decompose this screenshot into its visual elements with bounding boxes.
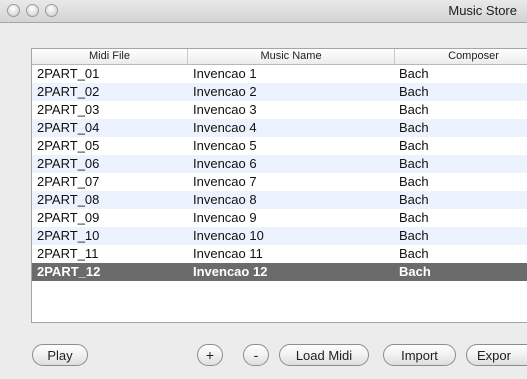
music-name-cell: Invencao 6 xyxy=(193,156,257,171)
column-header-composer[interactable]: Composer xyxy=(395,49,527,64)
window-title: Music Store xyxy=(448,3,517,18)
column-header-music-name[interactable]: Music Name xyxy=(188,49,395,64)
table-row[interactable]: 2PART_10 Invencao 10 Bach xyxy=(32,227,527,245)
midi-file-cell: 2PART_04 xyxy=(37,120,100,135)
midi-file-cell: 2PART_09 xyxy=(37,210,100,225)
midi-file-cell: 2PART_08 xyxy=(37,192,100,207)
music-name-cell: Invencao 11 xyxy=(193,246,263,261)
music-name-cell: Invencao 10 xyxy=(193,228,264,243)
composer-cell: Bach xyxy=(399,192,429,207)
composer-cell: Bach xyxy=(399,174,429,189)
music-name-cell: Invencao 1 xyxy=(193,66,257,81)
music-name-cell: Invencao 5 xyxy=(193,138,257,153)
midi-file-cell: 2PART_03 xyxy=(37,102,100,117)
minimize-window-icon[interactable] xyxy=(26,4,39,17)
remove-button[interactable]: - xyxy=(243,344,269,366)
midi-file-cell: 2PART_12 xyxy=(37,264,101,279)
add-button[interactable]: + xyxy=(197,344,223,366)
midi-file-cell: 2PART_10 xyxy=(37,228,100,243)
play-button[interactable]: Play xyxy=(32,344,88,366)
table-row[interactable]: 2PART_08 Invencao 8 Bach xyxy=(32,191,527,209)
table-header: Midi File Music Name Composer xyxy=(32,49,527,65)
table-row[interactable]: 2PART_03 Invencao 3 Bach xyxy=(32,101,527,119)
music-name-cell: Invencao 7 xyxy=(193,174,257,189)
load-midi-button[interactable]: Load Midi xyxy=(279,344,369,366)
music-table[interactable]: Midi File Music Name Composer 2PART_01 In… xyxy=(31,48,527,323)
table-row[interactable]: 2PART_01 Invencao 1 Bach xyxy=(32,65,527,83)
composer-cell: Bach xyxy=(399,228,429,243)
table-row[interactable]: 2PART_11 Invencao 11 Bach xyxy=(32,245,527,263)
title-bar: Music Store xyxy=(0,0,527,23)
table-row[interactable]: 2PART_12 Invencao 12 Bach xyxy=(32,263,527,281)
music-name-cell: Invencao 3 xyxy=(193,102,257,117)
composer-cell: Bach xyxy=(399,246,429,261)
table-row[interactable]: 2PART_09 Invencao 9 Bach xyxy=(32,209,527,227)
midi-file-cell: 2PART_11 xyxy=(37,246,99,261)
composer-cell: Bach xyxy=(399,210,429,225)
close-window-icon[interactable] xyxy=(7,4,20,17)
table-row[interactable]: 2PART_07 Invencao 7 Bach xyxy=(32,173,527,191)
composer-cell: Bach xyxy=(399,138,429,153)
midi-file-cell: 2PART_05 xyxy=(37,138,100,153)
table-row[interactable]: 2PART_02 Invencao 2 Bach xyxy=(32,83,527,101)
table-body: 2PART_01 Invencao 1 Bach 2PART_02 Invencao 2… xyxy=(32,65,527,281)
composer-cell: Bach xyxy=(399,120,429,135)
composer-cell: Bach xyxy=(399,264,431,279)
column-header-midi-file[interactable]: Midi File xyxy=(32,49,188,64)
import-button[interactable]: Import xyxy=(383,344,456,366)
zoom-window-icon[interactable] xyxy=(45,4,58,17)
composer-cell: Bach xyxy=(399,102,429,117)
table-row[interactable]: 2PART_06 Invencao 6 Bach xyxy=(32,155,527,173)
composer-cell: Bach xyxy=(399,84,429,99)
midi-file-cell: 2PART_07 xyxy=(37,174,100,189)
table-row[interactable]: 2PART_05 Invencao 5 Bach xyxy=(32,137,527,155)
music-name-cell: Invencao 9 xyxy=(193,210,257,225)
midi-file-cell: 2PART_01 xyxy=(37,66,100,81)
music-name-cell: Invencao 8 xyxy=(193,192,257,207)
music-name-cell: Invencao 4 xyxy=(193,120,257,135)
midi-file-cell: 2PART_06 xyxy=(37,156,100,171)
music-name-cell: Invencao 12 xyxy=(193,264,268,279)
export-button[interactable]: Expor xyxy=(466,344,527,366)
composer-cell: Bach xyxy=(399,156,429,171)
composer-cell: Bach xyxy=(399,66,429,81)
midi-file-cell: 2PART_02 xyxy=(37,84,100,99)
music-name-cell: Invencao 2 xyxy=(193,84,257,99)
table-row[interactable]: 2PART_04 Invencao 4 Bach xyxy=(32,119,527,137)
